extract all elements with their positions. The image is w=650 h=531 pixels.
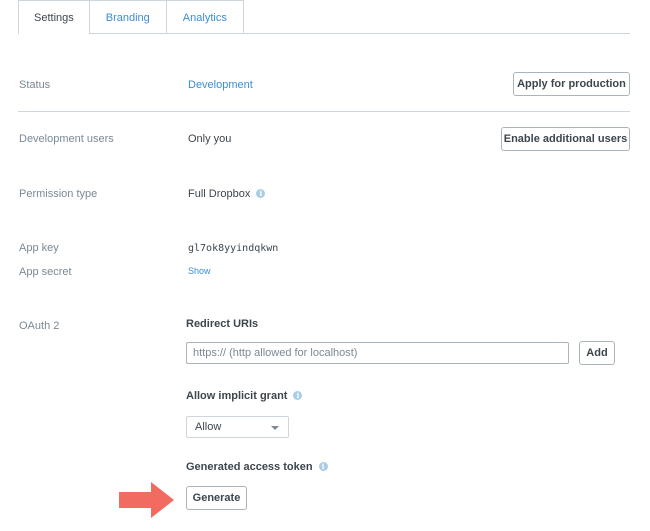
enable-additional-users-button[interactable]: Enable additional users bbox=[501, 127, 630, 151]
app-secret-label: App secret bbox=[19, 266, 72, 278]
tab-bar: Settings Branding Analytics bbox=[18, 0, 244, 34]
permission-type-text: Full Dropbox bbox=[188, 188, 251, 200]
oauth2-label: OAuth 2 bbox=[19, 320, 60, 332]
generated-access-token-text: Generated access token bbox=[186, 461, 313, 473]
info-icon[interactable]: i bbox=[256, 189, 266, 198]
info-icon[interactable]: i bbox=[293, 391, 303, 400]
app-key-label: App key bbox=[19, 242, 59, 254]
info-icon[interactable]: i bbox=[318, 462, 328, 471]
pointer-arrow-icon bbox=[119, 482, 174, 518]
redirect-uri-input[interactable] bbox=[186, 342, 569, 364]
development-users-label: Development users bbox=[19, 133, 114, 145]
implicit-grant-select[interactable]: Allow bbox=[186, 416, 289, 438]
redirect-uris-heading: Redirect URIs bbox=[186, 318, 259, 330]
tab-settings[interactable]: Settings bbox=[18, 0, 90, 34]
status-value-link[interactable]: Development bbox=[188, 79, 253, 91]
section-divider bbox=[18, 111, 630, 112]
allow-implicit-grant-heading: Allow implicit grant i bbox=[186, 390, 303, 402]
generated-access-token-heading: Generated access token i bbox=[186, 461, 328, 473]
permission-type-value: Full Dropbox i bbox=[188, 188, 266, 200]
app-key-value: gl7ok8yyindqkwn bbox=[188, 243, 279, 254]
add-redirect-uri-button[interactable]: Add bbox=[579, 341, 615, 365]
development-users-value: Only you bbox=[188, 133, 232, 145]
tab-branding[interactable]: Branding bbox=[89, 0, 167, 34]
chevron-down-icon bbox=[271, 426, 279, 430]
tab-divider bbox=[90, 33, 630, 34]
app-secret-show-link[interactable]: Show bbox=[188, 266, 211, 276]
permission-type-label: Permission type bbox=[19, 188, 98, 200]
generate-token-button[interactable]: Generate bbox=[186, 486, 247, 510]
implicit-grant-selected-value: Allow bbox=[195, 421, 222, 433]
allow-implicit-grant-text: Allow implicit grant bbox=[186, 390, 288, 402]
apply-for-production-button[interactable]: Apply for production bbox=[513, 72, 630, 96]
tab-analytics[interactable]: Analytics bbox=[166, 0, 244, 34]
status-label: Status bbox=[19, 79, 51, 91]
